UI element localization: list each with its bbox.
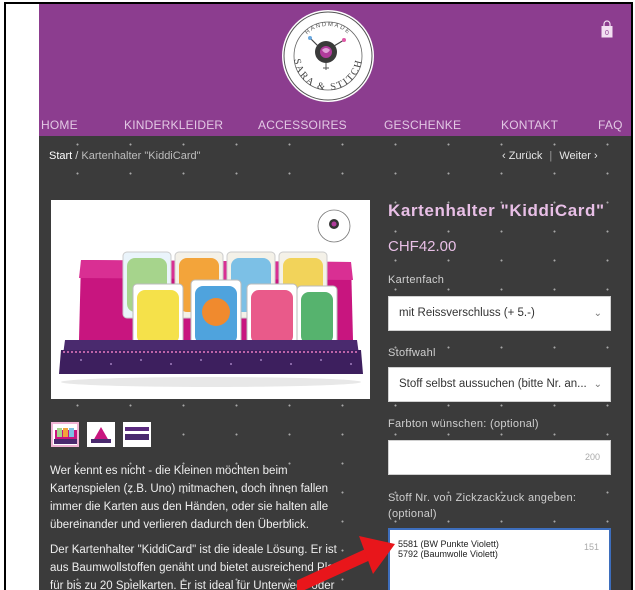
compartment-label: Kartenfach	[388, 274, 445, 286]
pager-divider: |	[549, 150, 553, 162]
breadcrumb: Start / Kartenhalter "KiddiCard"	[49, 150, 201, 162]
shop-page: HANDMADE SARA & STITCH 0 HOME KINDERKLEI…	[39, 4, 631, 590]
chevron-down-icon: ⌄	[593, 308, 602, 319]
breadcrumb-current: Kartenhalter "KiddiCard"	[81, 150, 201, 162]
nav-item-faq[interactable]: FAQ	[598, 118, 623, 132]
fabric-number-optional: (optional)	[388, 508, 437, 520]
textarea-line: 5792 (Baumwolle Violett)	[398, 549, 498, 559]
textarea-line: 5581 (BW Punkte Violett)	[398, 539, 499, 549]
nav-item-kinderkleider[interactable]: KINDERKLEIDER	[124, 118, 223, 132]
description-line: Wer kennt es nicht - die Kleinen möchten…	[50, 465, 288, 477]
chevron-down-icon: ⌄	[593, 379, 602, 390]
cart-count: 0	[605, 30, 609, 37]
description-line: immer die Karten aus den Händen, oder si…	[50, 501, 329, 513]
site-header: HANDMADE SARA & STITCH 0 HOME KINDERKLEI…	[39, 4, 631, 136]
fabric-number-char-counter: 151	[583, 542, 599, 552]
fabric-label: Stoffwahl	[388, 347, 436, 359]
nav-item-accessoires[interactable]: ACCESSOIRES	[258, 118, 347, 132]
compartment-value: mit Reissverschluss (+ 5.-)	[399, 307, 535, 319]
browser-frame: HANDMADE SARA & STITCH 0 HOME KINDERKLEI…	[4, 2, 633, 590]
product-thumbnail-2[interactable]	[87, 422, 115, 447]
shopping-bag-icon[interactable]: 0	[601, 20, 613, 38]
pager-prev-link[interactable]: ‹ Zurück	[502, 150, 542, 162]
description-line: Kartenspielen (z.B. Uno) mitmachen, doch…	[50, 483, 329, 495]
annotation-arrow-icon	[297, 536, 395, 590]
color-label: Farbton wünschen: (optional)	[388, 418, 539, 430]
product-main-image[interactable]	[51, 200, 370, 399]
fabric-value: Stoff selbst aussuchen (bitte Nr. an...	[399, 378, 587, 390]
breadcrumb-home[interactable]: Start	[49, 150, 72, 162]
product-thumbnail-1[interactable]	[51, 422, 79, 447]
fabric-number-textarea[interactable]: 5581 (BW Punkte Violett) 5792 (Baumwolle…	[388, 528, 611, 590]
product-description-p1: Wer kennt es nicht - die Kleinen möchten…	[50, 462, 376, 534]
product-pager: ‹ Zurück | Weiter ›	[502, 150, 598, 162]
brand-logo[interactable]: HANDMADE SARA & STITCH	[282, 10, 374, 102]
color-input[interactable]: 200	[388, 440, 611, 475]
nav-item-home[interactable]: HOME	[41, 118, 78, 132]
product-thumbnail-3[interactable]	[123, 422, 151, 447]
nav-item-geschenke[interactable]: GESCHENKE	[384, 118, 461, 132]
logo-badge-icon: HANDMADE SARA & STITCH	[283, 11, 373, 101]
product-title: Kartenhalter "KiddiCard"	[388, 201, 605, 220]
compartment-select[interactable]: mit Reissverschluss (+ 5.-) ⌄	[388, 296, 611, 331]
fabric-number-label: Stoff Nr. von Zickzackzuck angeben:	[388, 492, 577, 504]
fabric-select[interactable]: Stoff selbst aussuchen (bitte Nr. an... …	[388, 367, 611, 402]
pager-next-link[interactable]: Weiter ›	[559, 150, 597, 162]
main-nav: HOME KINDERKLEIDER ACCESSOIRES GESCHENKE…	[39, 118, 631, 134]
color-char-counter: 200	[584, 452, 600, 462]
product-price: CHF42.00	[388, 238, 457, 255]
nav-item-kontakt[interactable]: KONTAKT	[501, 118, 558, 132]
